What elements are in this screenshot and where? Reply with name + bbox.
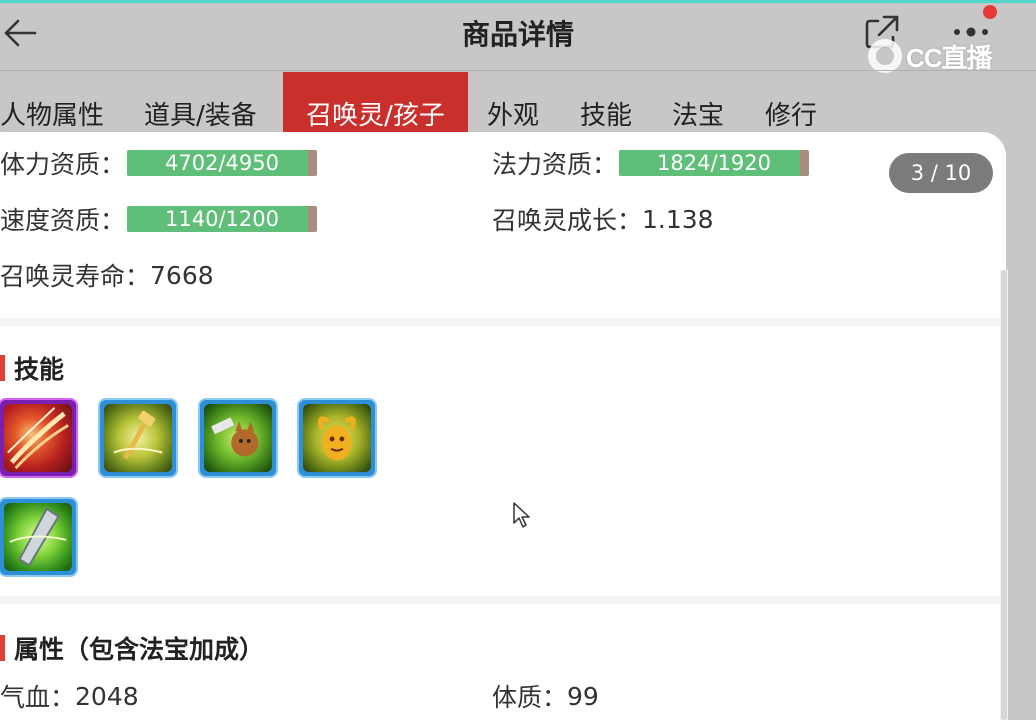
stat-label: 法力资质： xyxy=(492,150,618,179)
header-divider xyxy=(0,70,1036,71)
section-marker xyxy=(0,635,5,661)
stat-label: 召唤灵成长： xyxy=(492,206,643,235)
aptitude-bar: 1140/1200 xyxy=(127,206,318,232)
section-marker xyxy=(0,355,5,381)
attr-label: 体质： xyxy=(492,683,568,712)
back-arrow-icon xyxy=(4,19,37,47)
tab-bar: 人物属性 道具/装备 召唤灵/孩子 外观 技能 法宝 修行 xyxy=(0,72,1036,134)
mouse-cursor-icon xyxy=(513,502,530,528)
cc-logo-icon xyxy=(868,39,902,73)
stat-lifespan: 召唤灵寿命： 7668 xyxy=(0,257,214,293)
skill-icon-green-blade[interactable] xyxy=(0,497,78,577)
cc-live-watermark: CC直播 xyxy=(868,38,1004,74)
skill-icon-green-cat-warrior[interactable] xyxy=(198,398,278,478)
tab-cultivation[interactable]: 修行 xyxy=(765,72,817,134)
more-dots-icon xyxy=(954,27,988,37)
stat-speed-aptitude: 速度资质： 1140/1200 xyxy=(0,201,318,237)
tab-treasure[interactable]: 法宝 xyxy=(672,72,724,134)
attr-qixue: 气血： 2048 xyxy=(0,678,139,714)
tab-skills[interactable]: 技能 xyxy=(580,72,632,134)
back-button[interactable] xyxy=(0,15,40,51)
aptitude-bar-value: 1824/1920 xyxy=(657,151,771,175)
skill-icon-golden-hammer[interactable] xyxy=(98,398,178,478)
tab-summon-children[interactable]: 召唤灵/孩子 xyxy=(283,72,468,134)
tab-appearance[interactable]: 外观 xyxy=(487,72,539,134)
stat-label: 召唤灵寿命： xyxy=(0,262,151,291)
attr-tizhi: 体质： 99 xyxy=(492,678,599,714)
aptitude-bar: 4702/4950 xyxy=(127,150,318,176)
skill-icon-fire-slash[interactable] xyxy=(0,398,78,478)
scrollbar-thumb[interactable] xyxy=(1001,270,1007,720)
section-title-text: 属性（包含法宝加成） xyxy=(14,635,265,664)
attributes-section-title: 属性（包含法宝加成） xyxy=(0,630,264,666)
tab-character-attributes[interactable]: 人物属性 xyxy=(0,72,104,134)
watermark-text: CC直播 xyxy=(906,42,993,73)
section-title-text: 技能 xyxy=(14,355,65,384)
tab-items-equipment[interactable]: 道具/装备 xyxy=(144,72,257,134)
aptitude-bar-value: 1140/1200 xyxy=(165,207,279,231)
notification-dot xyxy=(983,5,997,19)
stat-label: 体力资质： xyxy=(0,150,126,179)
section-separator xyxy=(0,318,1000,326)
attr-value: 99 xyxy=(567,681,599,711)
skill-icon-golden-demon[interactable] xyxy=(297,398,377,478)
attr-label: 气血： xyxy=(0,683,76,712)
section-separator xyxy=(0,596,1000,604)
stat-hp-aptitude: 体力资质： 4702/4950 xyxy=(0,145,318,181)
stat-value: 1.138 xyxy=(642,204,714,234)
attr-value: 2048 xyxy=(75,681,139,711)
stat-mp-aptitude: 法力资质： 1824/1920 xyxy=(492,145,810,181)
stat-growth: 召唤灵成长： 1.138 xyxy=(492,201,714,237)
aptitude-bar-value: 4702/4950 xyxy=(165,151,279,175)
page-indicator: 3 / 10 xyxy=(889,153,993,193)
aptitude-bar: 1824/1920 xyxy=(619,150,810,176)
stat-value: 7668 xyxy=(150,260,214,290)
stat-label: 速度资质： xyxy=(0,206,126,235)
skills-section-title: 技能 xyxy=(0,350,64,386)
